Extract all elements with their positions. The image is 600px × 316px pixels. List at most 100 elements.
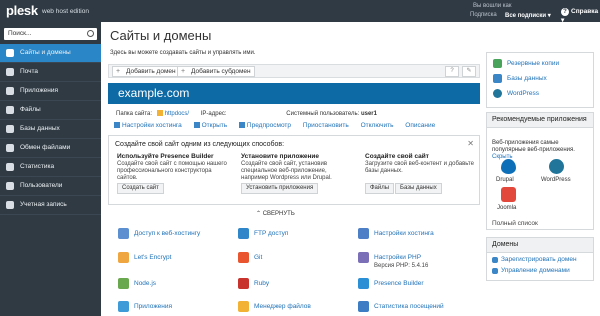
logo[interactable]: plesk xyxy=(6,3,38,18)
feature-label: Менеджер файлов xyxy=(254,303,311,310)
php-version: Версия PHP: 5.4.16 xyxy=(374,263,429,269)
feature-label: Ruby xyxy=(254,280,270,287)
plus-icon: + xyxy=(116,68,121,75)
tools-button[interactable]: ✎ xyxy=(462,66,476,77)
folder-link[interactable]: httpdocs/ xyxy=(165,111,189,117)
globe-icon xyxy=(492,268,498,274)
drupal-icon[interactable] xyxy=(501,159,516,174)
presence-builder-link[interactable]: Presence Builder xyxy=(358,278,424,289)
sidebar: Поиск... Сайты и домены Почта Приложения… xyxy=(0,22,101,316)
sidebar-item-files[interactable]: Файлы xyxy=(0,101,101,119)
wordpress-icon xyxy=(493,89,502,98)
nodejs-link[interactable]: Node.js xyxy=(118,278,157,289)
ruby-link[interactable]: Ruby xyxy=(238,278,270,289)
database-icon xyxy=(493,74,502,83)
ftp-access-link[interactable]: FTP доступ xyxy=(238,228,289,239)
quick-links-panel: Резервные копии Базы данных WordPress xyxy=(486,52,594,108)
wordpress-icon[interactable] xyxy=(549,159,564,174)
description-link[interactable]: Описание xyxy=(405,122,435,129)
subscription-label: Подписка xyxy=(470,12,497,18)
globe-icon xyxy=(6,49,14,57)
folder-label: Папка сайта: xyxy=(116,111,153,117)
feature-label: Доступ к веб-хостингу xyxy=(134,230,201,237)
recommended-apps-text: Веб-приложения самые популярные веб-прил… xyxy=(492,140,590,161)
ip-label: IP-адрес: xyxy=(200,111,227,117)
create-site-button[interactable]: Создать сайт xyxy=(117,183,164,194)
wordpress-link[interactable]: WordPress xyxy=(507,90,539,97)
sidebar-item-label: Файлы xyxy=(20,106,41,113)
search-icon[interactable] xyxy=(87,30,94,37)
sidebar-item-users[interactable]: Пользователи xyxy=(0,177,101,195)
php-settings-link[interactable]: Настройки PHP Версия PHP: 5.4.16 xyxy=(358,252,429,269)
preview-link[interactable]: Предпросмотр xyxy=(238,122,291,129)
subscription-dropdown[interactable]: Все подписки ▾ xyxy=(505,12,551,19)
sidebar-item-statistics[interactable]: Статистика xyxy=(0,158,101,176)
sidebar-item-applications[interactable]: Приложения xyxy=(0,82,101,100)
database-icon xyxy=(6,125,14,133)
web-statistics-link[interactable]: Статистика посещений xyxy=(358,301,444,312)
feature-label: Настройки хостинга xyxy=(374,230,434,237)
apps-icon xyxy=(118,301,129,312)
joomla-label[interactable]: Joomla xyxy=(497,205,516,211)
suspend-link[interactable]: Приостановить xyxy=(303,122,349,129)
open-link[interactable]: Открыть xyxy=(193,122,227,129)
backups-link[interactable]: Резервные копии xyxy=(507,60,559,67)
sidebar-item-databases[interactable]: Базы данных xyxy=(0,120,101,138)
files-button[interactable]: Файлы xyxy=(365,183,395,194)
domain-name[interactable]: example.com xyxy=(118,86,189,100)
help-icon: ? xyxy=(561,8,569,16)
sidebar-item-mail[interactable]: Почта xyxy=(0,63,101,81)
sidebar-item-label: Базы данных xyxy=(20,125,60,132)
sidebar-item-websites[interactable]: Сайты и домены xyxy=(0,44,101,62)
joomla-icon[interactable] xyxy=(501,187,516,202)
feature-label: FTP доступ xyxy=(254,230,289,237)
folder-icon xyxy=(238,301,249,312)
backup-icon xyxy=(493,59,502,68)
web-hosting-access-link[interactable]: Доступ к веб-хостингу xyxy=(118,228,201,239)
databases-link[interactable]: Базы данных xyxy=(507,75,547,82)
close-icon[interactable]: ✕ xyxy=(467,139,474,148)
register-domain-link[interactable]: Зарегистрировать домен xyxy=(501,256,577,263)
search-placeholder: Поиск... xyxy=(8,30,32,37)
manage-domains-link[interactable]: Управление доменами xyxy=(501,267,570,274)
help-menu[interactable]: ? Справка ▾ xyxy=(561,8,600,24)
install-apps-button[interactable]: Установить приложения xyxy=(241,183,319,194)
preview-icon xyxy=(238,122,245,128)
add-domain-button[interactable]: + Добавить домен xyxy=(112,66,180,77)
add-subdomain-button[interactable]: + Добавить субдомен xyxy=(177,66,255,77)
feature-label: Git xyxy=(254,254,263,261)
apps-description: Веб-приложения самые популярные веб-прил… xyxy=(492,140,575,153)
sidebar-item-file-sharing[interactable]: Обмен файлами xyxy=(0,139,101,157)
databases-button[interactable]: Базы данных xyxy=(395,183,442,194)
chart-icon xyxy=(6,163,14,171)
nodejs-icon xyxy=(118,278,129,289)
open-icon xyxy=(193,122,200,128)
search-input[interactable]: Поиск... xyxy=(4,28,97,40)
apps-icon xyxy=(6,87,14,95)
folder-icon xyxy=(156,110,163,116)
builder-title: Используйте Presence Builder xyxy=(117,153,214,160)
sidebar-item-label: Почта xyxy=(20,68,39,75)
collapse-button[interactable]: ⌃ СВЕРНУТЬ xyxy=(256,210,295,217)
hosting-settings-feature-link[interactable]: Настройки хостинга xyxy=(358,228,434,239)
git-link[interactable]: Git xyxy=(238,252,263,263)
feature-label: Node.js xyxy=(134,280,157,287)
file-manager-link[interactable]: Менеджер файлов xyxy=(238,301,311,312)
login-label: Вы вошли как xyxy=(473,3,512,9)
link-label: Настройки хостинга xyxy=(122,122,182,129)
ruby-icon xyxy=(238,278,249,289)
hosting-settings-link[interactable]: Настройки хостинга xyxy=(114,122,182,129)
full-list-link[interactable]: Полный список xyxy=(492,220,538,227)
sidebar-item-account[interactable]: Учетная запись xyxy=(0,196,101,214)
disable-link[interactable]: Отключить xyxy=(361,122,394,129)
install-app-title: Установите приложение xyxy=(241,153,320,160)
domain-header: example.com xyxy=(108,83,480,104)
mail-icon xyxy=(6,68,14,76)
folder-icon xyxy=(6,106,14,114)
custom-site-text: Загрузите свой веб-контент и добавьте ба… xyxy=(365,161,474,174)
lets-encrypt-link[interactable]: Let's Encrypt xyxy=(118,252,171,263)
drupal-label[interactable]: Drupal xyxy=(496,177,514,183)
help-button[interactable]: ? xyxy=(445,66,459,77)
applications-link[interactable]: Приложения xyxy=(118,301,172,312)
wordpress-label[interactable]: WordPress xyxy=(541,177,571,183)
